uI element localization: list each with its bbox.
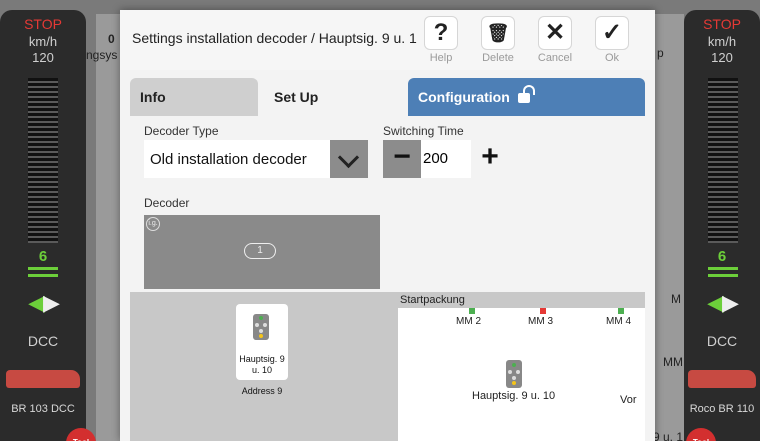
decoder-area[interactable]: i.g. 1 <box>144 215 380 289</box>
setup-panel: Decoder Type Old installation decoder Sw… <box>130 116 645 441</box>
switching-time-stepper[interactable]: − 200 + <box>383 140 509 178</box>
tab-setup[interactable]: Set Up <box>264 78 398 116</box>
speed-slider[interactable] <box>28 78 58 243</box>
delete-button[interactable]: 🗑 Delete <box>476 16 520 68</box>
function-button[interactable]: Tool <box>686 428 716 441</box>
right-loco-controller[interactable]: STOP km/h 120 6 ◀▶ DCC Roco BR 110 Tool <box>684 10 760 441</box>
signal-lamp <box>263 323 267 327</box>
direction-toggle[interactable]: ◀▶ <box>0 290 86 316</box>
signal-lamp <box>512 363 516 367</box>
signal-icon[interactable] <box>506 360 522 388</box>
close-icon: ✕ <box>538 16 572 50</box>
signal-name: Hauptsig. 9 u. 10 <box>239 354 285 375</box>
decoder-type-value: Old installation decoder <box>150 151 307 168</box>
decoder-type-select[interactable]: Old installation decoder <box>144 140 368 178</box>
max-speed: 120 <box>32 50 54 65</box>
startpackung-vor-label: Vor <box>620 394 637 406</box>
loco-image[interactable] <box>6 370 80 388</box>
background-panel-right <box>655 14 684 441</box>
ok-button[interactable]: ✓ Ok <box>590 16 634 68</box>
startpackung-signal-name: Hauptsig. 9 u. 10 <box>472 390 556 402</box>
direction-left-icon: ◀ <box>707 290 724 315</box>
signal-lamp <box>512 376 516 380</box>
loco-image[interactable] <box>688 370 756 388</box>
cancel-label: Cancel <box>537 52 573 64</box>
signal-lamp <box>512 381 516 385</box>
loco-name[interactable]: Roco BR 110 <box>684 403 760 415</box>
signal-lamp <box>516 370 520 374</box>
cancel-button[interactable]: ✕ Cancel <box>533 16 577 68</box>
mm-label: MM 4 <box>606 316 631 327</box>
ok-label: Ok <box>604 52 620 64</box>
startpackung-label: Startpackung <box>400 294 465 306</box>
signal-icon <box>253 314 269 340</box>
help-label: Help <box>429 52 453 64</box>
background-peek-text: 9 u. 1 <box>653 430 684 441</box>
speed-indicator <box>708 267 738 270</box>
signal-card[interactable]: Hauptsig. 9 u. 10 <box>236 304 288 380</box>
direction-toggle[interactable]: ◀▶ <box>684 290 760 316</box>
trash-icon: 🗑 <box>481 16 515 50</box>
signal-lamp <box>255 323 259 327</box>
decoder-tag-icon: i.g. <box>146 217 160 231</box>
direction-right-icon: ▶ <box>722 290 739 315</box>
dialog-titlebar: Settings installation decoder / Hauptsig… <box>120 10 655 70</box>
switching-time-label: Switching Time <box>383 124 464 138</box>
decoder-label: Decoder <box>144 196 190 210</box>
signal-lamp <box>259 329 263 333</box>
help-button[interactable]: ? Help <box>419 16 463 68</box>
mm-label: MM 3 <box>528 316 553 327</box>
help-icon: ? <box>424 16 458 50</box>
layout-preview: Hauptsig. 9 u. 10 Address 9 Startpackung… <box>130 292 645 441</box>
decoder-type-label: Decoder Type <box>144 124 219 138</box>
direction-right-icon: ▶ <box>43 290 60 315</box>
unlock-icon <box>517 85 535 103</box>
background-panel-left <box>96 14 120 441</box>
protocol-label: DCC <box>27 333 59 349</box>
background-peek-text: p <box>657 46 664 60</box>
delete-label: Delete <box>482 52 514 64</box>
left-loco-controller[interactable]: STOP km/h 120 6 ◀▶ DCC BR 103 DCC Tool <box>0 10 96 441</box>
switching-time-input[interactable]: 200 <box>421 140 471 178</box>
dialog-title: Settings installation decoder / Hauptsig… <box>132 30 417 46</box>
check-icon: ✓ <box>595 16 629 50</box>
background-peek-text: 0 <box>108 32 115 46</box>
startpackung-panel[interactable]: MM 2 MM 3 MM 4 Hauptsig. 9 u. 10 Vor <box>398 308 645 441</box>
tab-bar: Info Set Up Configuration <box>130 78 645 116</box>
mm-label: MM 2 <box>456 316 481 327</box>
background-peek-text: ngsys <box>86 48 118 62</box>
speed-unit: km/h <box>28 34 58 49</box>
loco-name[interactable]: BR 103 DCC <box>0 403 86 415</box>
stop-button[interactable]: STOP <box>0 16 86 32</box>
speed-step: 6 <box>717 248 727 265</box>
decoder-slot[interactable]: 1 <box>244 243 276 259</box>
signal-address: Address 9 <box>241 386 283 396</box>
tab-configuration[interactable]: Configuration <box>408 78 645 116</box>
speed-indicator <box>28 267 58 270</box>
settings-dialog: Settings installation decoder / Hauptsig… <box>120 10 655 441</box>
increment-button[interactable]: + <box>471 140 509 178</box>
background-peek-text: M <box>671 292 681 306</box>
speed-slider[interactable] <box>708 78 738 243</box>
tab-configuration-label: Configuration <box>418 89 510 105</box>
mm-indicator <box>469 308 475 314</box>
tab-info[interactable]: Info <box>130 78 258 116</box>
stop-button[interactable]: STOP <box>684 16 760 32</box>
background-peek-text: MM <box>663 355 683 369</box>
speed-unit: km/h <box>707 34 737 49</box>
speed-step: 6 <box>38 248 48 265</box>
signal-lamp <box>508 370 512 374</box>
max-speed: 120 <box>711 50 733 65</box>
speed-indicator <box>28 274 58 277</box>
mm-indicator <box>618 308 624 314</box>
mm-indicator <box>540 308 546 314</box>
decrement-button[interactable]: − <box>383 140 421 178</box>
signal-lamp <box>259 316 263 320</box>
direction-left-icon: ◀ <box>28 290 45 315</box>
signal-lamp <box>259 334 263 338</box>
protocol-label: DCC <box>706 333 738 349</box>
speed-indicator <box>708 274 738 277</box>
chevron-down-icon[interactable] <box>330 140 368 178</box>
